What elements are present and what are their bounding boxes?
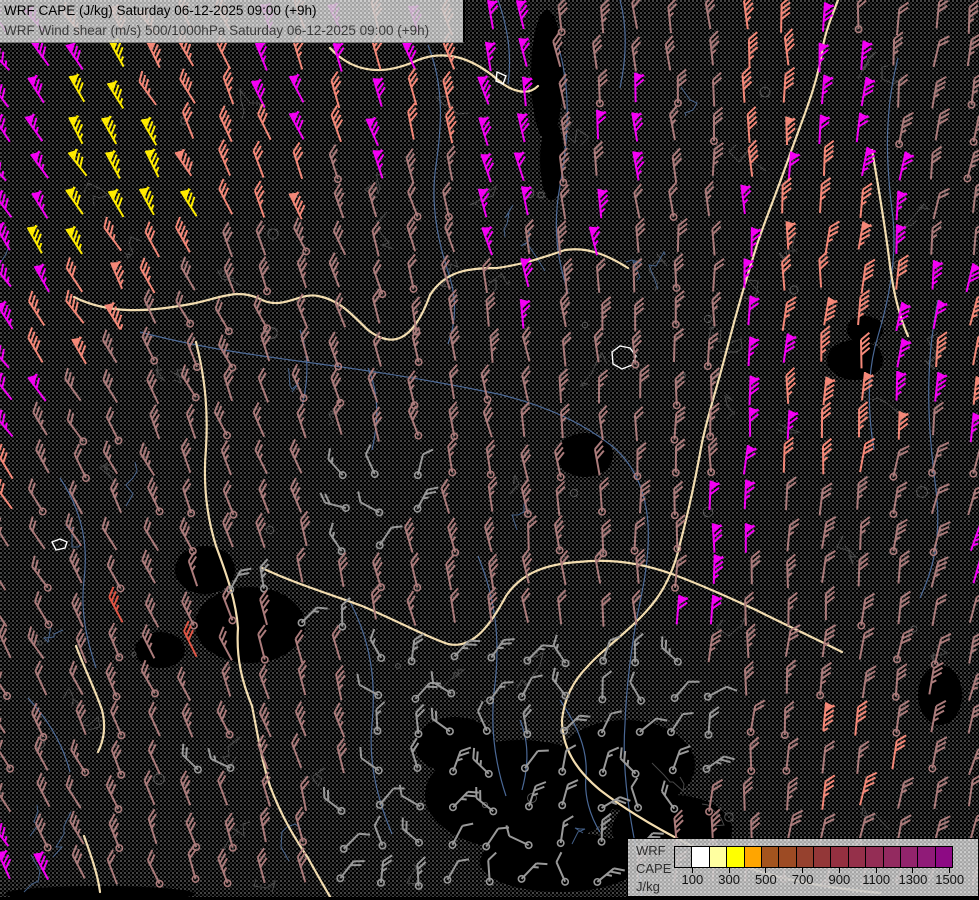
legend-color-cell: [691, 846, 710, 868]
legend-color-cell: [899, 846, 919, 868]
legend-label-line3: J/kg: [636, 879, 660, 894]
legend-color-cell: [865, 846, 884, 868]
legend-label-line2: CAPE: [636, 861, 672, 876]
legend-color-cell: [708, 846, 728, 868]
legend-tick-label: 900: [828, 872, 851, 887]
legend-label: WRF CAPE J/kg: [636, 842, 671, 896]
legend-color-cell: [726, 846, 745, 868]
legend-tick-label: 1500: [935, 872, 965, 887]
legend-color-cell: [882, 846, 901, 868]
legend-label-line1: WRF: [636, 843, 666, 858]
legend-tick-label: 300: [718, 872, 740, 887]
title-panel: WRF CAPE (J/kg) Saturday 06-12-2025 09:0…: [0, 0, 465, 43]
legend-color-cell: [743, 846, 762, 868]
legend-color-cell: [760, 846, 780, 868]
legend-tick-label: 1300: [898, 872, 928, 887]
legend-color-cell: [795, 846, 814, 868]
legend-color-cell: [934, 846, 953, 868]
legend-tick-label: 500: [755, 872, 777, 887]
legend-color-cell: [917, 846, 936, 868]
legend-color-cell: [674, 846, 693, 868]
wrf-weather-map: WRF CAPE (J/kg) Saturday 06-12-2025 09:0…: [0, 0, 979, 900]
legend-color-cell: [778, 846, 797, 868]
map-canvas: [0, 0, 979, 900]
cape-legend: WRF CAPE J/kg 100 300 500 700 900 1100 1300 150…: [627, 838, 979, 897]
legend-tick-label: 1100: [862, 872, 891, 887]
legend-tick-label: 100: [681, 872, 704, 887]
legend-colorbar: [674, 846, 953, 868]
legend-color-cell: [813, 846, 832, 868]
legend-color-cell: [830, 846, 849, 868]
legend-tick-label: 700: [791, 872, 814, 887]
legend-color-cell: [847, 846, 867, 868]
title-cape: WRF CAPE (J/kg) Saturday 06-12-2025 09:0…: [4, 3, 317, 18]
title-windshear: WRF Wind shear (m/s) 500/1000hPa Saturda…: [4, 23, 430, 38]
